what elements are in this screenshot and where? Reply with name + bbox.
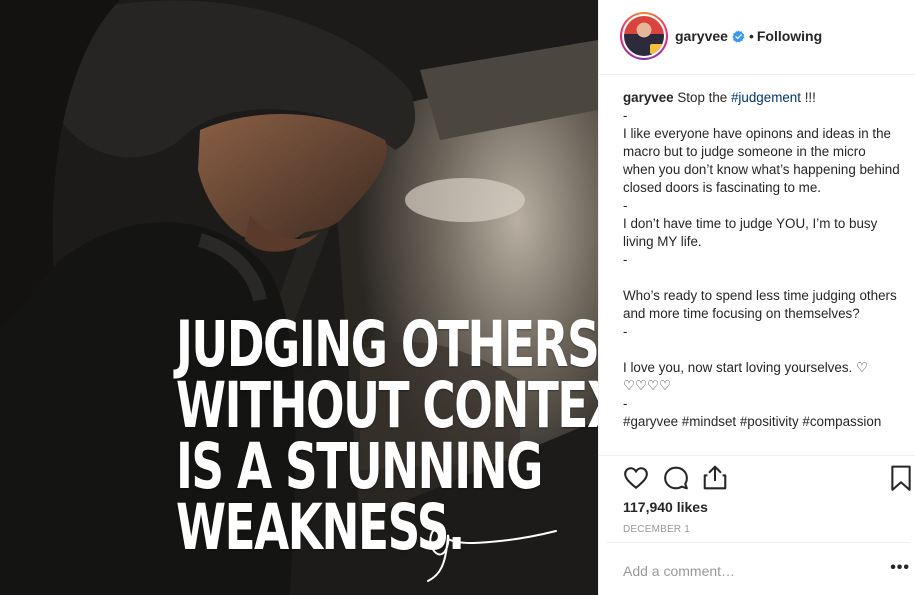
post-date[interactable]: DECEMBER 1 (623, 524, 690, 535)
caption-hashtag[interactable]: #judgement (731, 90, 801, 105)
action-bar (599, 455, 915, 500)
separator-dot: • (748, 28, 754, 44)
caption-line (623, 341, 901, 359)
more-options-icon[interactable]: ••• (890, 559, 910, 577)
comment-input[interactable]: Add a comment… (623, 563, 735, 579)
likes-count[interactable]: 117,940 likes (623, 499, 708, 515)
comment-bar: Add a comment… ••• (607, 542, 910, 595)
heart-icon[interactable] (623, 465, 649, 491)
caption-line: - (623, 198, 628, 213)
following-button[interactable]: Following (757, 28, 822, 44)
avatar-badge (650, 44, 664, 54)
comment-icon[interactable] (663, 465, 689, 491)
quote-line: WITHOUT CONTEXT (176, 369, 598, 442)
caption-line: I like everyone have opinons and ideas i… (623, 126, 900, 195)
caption-intro-end: !!! (800, 90, 816, 105)
share-icon[interactable] (702, 464, 728, 491)
caption-line: - (623, 396, 628, 411)
caption: garyvee Stop the #judgement !!! - I like… (623, 89, 901, 455)
verified-badge-icon (732, 29, 745, 43)
bookmark-icon[interactable] (890, 465, 912, 492)
post-image[interactable]: JUDGING OTHERS WITHOUT CONTEXT IS A STUN… (0, 0, 598, 595)
caption-line: - (623, 324, 628, 339)
quote-line: JUDGING OTHERS (176, 308, 598, 381)
caption-line: - (623, 108, 628, 123)
caption-line: I love you, now start loving yourselves.… (623, 360, 868, 393)
quote-line: IS A STUNNING (176, 430, 543, 503)
caption-line: - (623, 252, 628, 267)
header-username[interactable]: garyvee (675, 28, 728, 44)
avatar-image (624, 16, 664, 56)
caption-username[interactable]: garyvee (623, 90, 674, 105)
caption-line: Who’s ready to spend less time judging o… (623, 288, 897, 321)
caption-intro: Stop the (677, 90, 731, 105)
caption-line[interactable]: #garyvee #mindset #positivity #compassio… (623, 413, 901, 431)
caption-line (623, 269, 901, 287)
avatar[interactable] (620, 12, 668, 60)
post-header: garyvee • Following (599, 0, 915, 75)
signature-icon (427, 525, 557, 582)
caption-line: I don’t have time to judge YOU, I’m to b… (623, 216, 878, 249)
post-details-panel: garyvee • Following garyvee Stop the #ju… (598, 0, 915, 595)
